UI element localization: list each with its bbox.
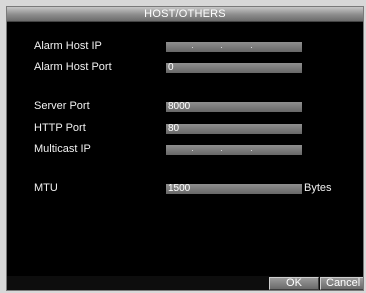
mtu-field[interactable]: 1500 xyxy=(166,184,302,194)
server-port-field[interactable]: 8000 xyxy=(166,102,302,112)
ip-separator-dot xyxy=(251,47,252,48)
ip-separator-dot xyxy=(221,150,222,151)
ok-button[interactable]: OK xyxy=(269,277,319,290)
cancel-button[interactable]: Cancel xyxy=(320,277,363,290)
alarm-host-ip-field[interactable] xyxy=(166,42,302,52)
server-port-label: Server Port xyxy=(34,100,90,112)
mtu-unit-label: Bytes xyxy=(304,182,332,194)
http-port-label: HTTP Port xyxy=(34,122,86,134)
alarm-host-port-field[interactable]: 0 xyxy=(166,63,302,73)
host-others-dialog: HOST/OTHERS Alarm Host IP Alarm Host Por… xyxy=(6,6,364,291)
http-port-field[interactable]: 80 xyxy=(166,124,302,134)
ip-separator-dot xyxy=(192,47,193,48)
dialog-titlebar: HOST/OTHERS xyxy=(7,7,363,22)
dialog-button-bar: OK Cancel xyxy=(7,276,363,290)
ip-separator-dot xyxy=(251,150,252,151)
ip-separator-dot xyxy=(221,47,222,48)
ip-separator-dot xyxy=(192,150,193,151)
alarm-host-ip-label: Alarm Host IP xyxy=(34,40,102,52)
multicast-ip-label: Multicast IP xyxy=(34,143,91,155)
alarm-host-port-label: Alarm Host Port xyxy=(34,61,112,73)
mtu-label: MTU xyxy=(34,182,58,194)
multicast-ip-field[interactable] xyxy=(166,145,302,155)
dialog-title: HOST/OTHERS xyxy=(144,8,226,20)
